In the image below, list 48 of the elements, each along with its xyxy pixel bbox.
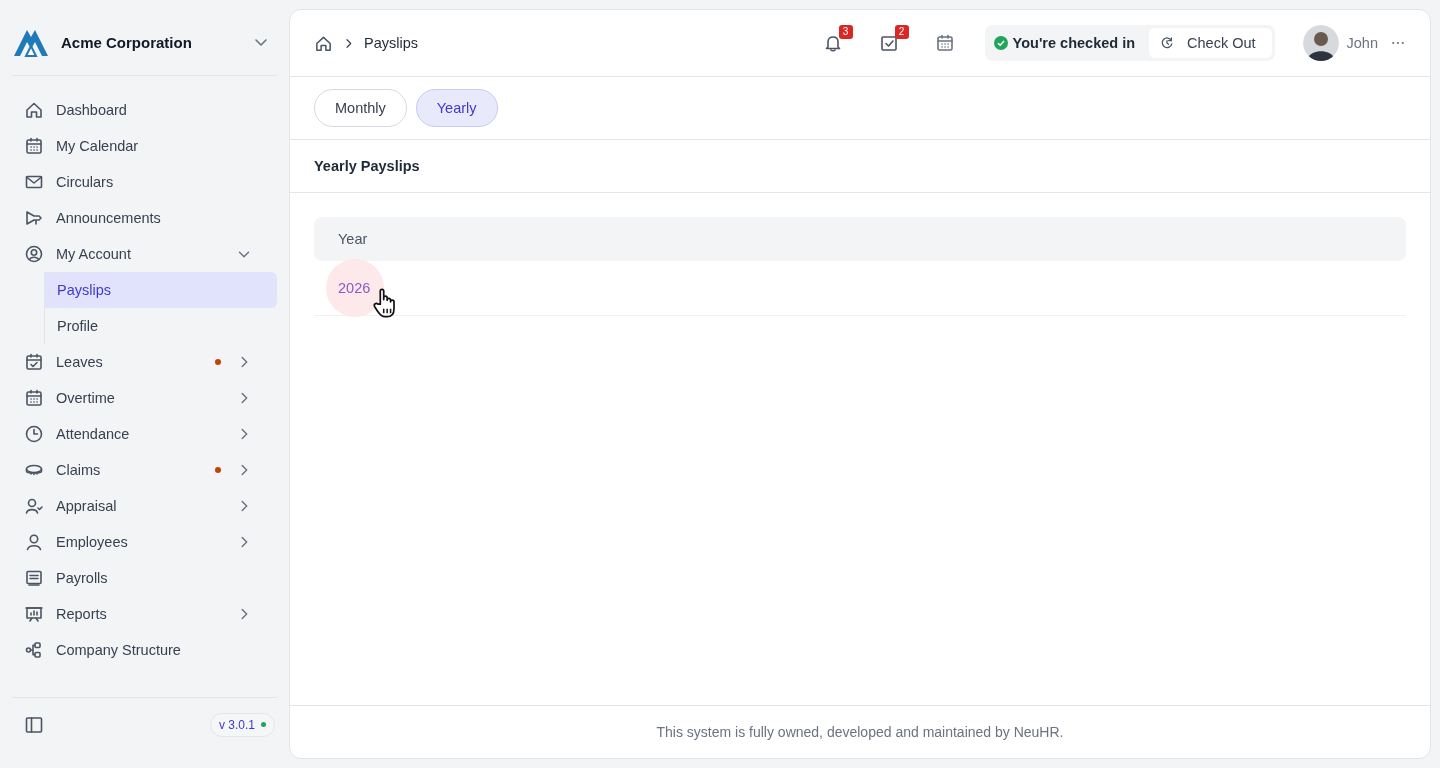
check-out-button[interactable]: Check Out [1149, 28, 1272, 58]
hierarchy-icon [24, 640, 44, 660]
user-icon [24, 532, 44, 552]
nav-item[interactable]: My Calendar [12, 128, 277, 164]
click-highlight [326, 258, 384, 317]
year-link[interactable]: 2026 [338, 279, 371, 296]
user-name[interactable]: John [1346, 35, 1378, 51]
nav-item[interactable]: Reports [12, 596, 277, 632]
clock-icon [24, 424, 44, 444]
tab[interactable]: Yearly [415, 89, 498, 127]
checkbox-icon[interactable] [878, 33, 899, 53]
nav-item[interactable]: Overtime [12, 380, 277, 416]
nav-item[interactable]: Attendance [12, 416, 277, 452]
avatar[interactable] [1302, 25, 1339, 61]
home-icon [24, 100, 44, 120]
nav-item[interactable]: Appraisal [12, 488, 277, 524]
check-icon [993, 36, 1008, 50]
receipt-icon [24, 568, 44, 588]
nav-item[interactable]: Announcements [12, 200, 277, 236]
nav-item[interactable]: My Account [12, 236, 277, 272]
presentation-icon [24, 604, 44, 624]
calendar-icon [24, 136, 44, 156]
megaphone-icon [24, 208, 44, 228]
calendar-check-icon [24, 352, 44, 372]
breadcrumb-item[interactable]: Payslips [364, 35, 418, 51]
nav-item[interactable]: Employees [12, 524, 277, 560]
nav-item[interactable]: Circulars [12, 164, 277, 200]
nav-item[interactable]: Claims [12, 452, 277, 488]
check-status: You're checked in [987, 35, 1150, 51]
column-header: Year [314, 217, 1406, 261]
nav-item[interactable]: Dashboard [12, 92, 277, 128]
count-badge: 3 [838, 25, 853, 39]
nav-item[interactable]: Company Structure [12, 632, 277, 668]
company-switcher[interactable]: Acme Corporation [49, 33, 251, 51]
calendar-icon [24, 388, 44, 408]
user-circle-icon [24, 244, 44, 264]
submenu-item[interactable]: Payslips [45, 272, 277, 308]
nav-item[interactable]: Leaves [12, 344, 277, 380]
section-title: Yearly Payslips [314, 158, 420, 174]
count-badge: 2 [894, 25, 909, 39]
submenu-item[interactable]: Profile [45, 308, 277, 344]
user-check-icon [24, 496, 44, 516]
calendar-icon[interactable] [934, 33, 955, 53]
version-badge: v 3.0.1 [209, 712, 275, 737]
tab[interactable]: Monthly [314, 89, 407, 127]
footer-text: This system is fully owned, developed and maintained by NeuHR. [656, 724, 1064, 740]
nav-item[interactable]: Payrolls [12, 560, 277, 596]
sidebar-toggle-icon[interactable] [24, 714, 44, 735]
